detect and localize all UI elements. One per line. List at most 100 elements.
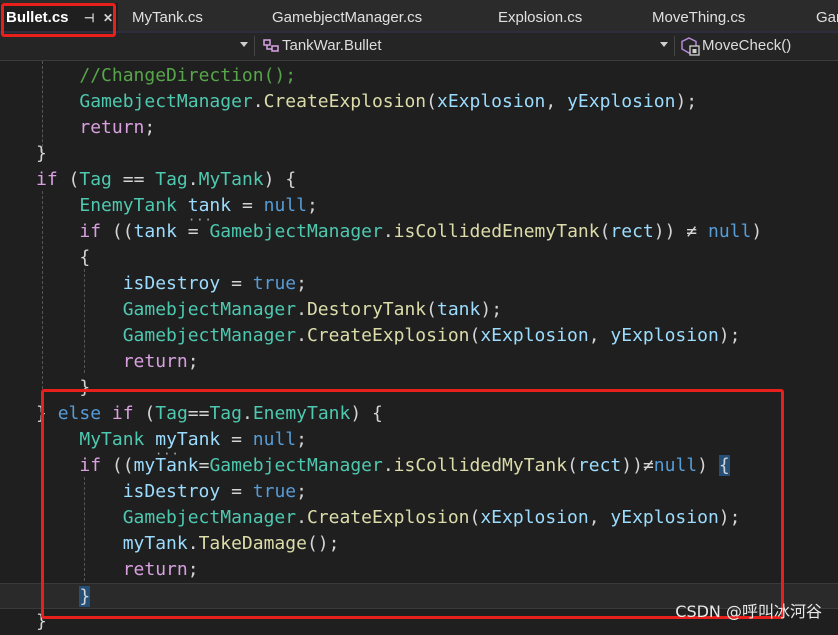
code-token: ) { <box>263 169 297 190</box>
code-token: , <box>588 325 611 346</box>
method-icon <box>681 37 700 56</box>
code-token: CreateExplosion <box>306 325 470 346</box>
code-token: return <box>122 351 188 372</box>
code-token: xExplosion <box>437 91 546 112</box>
tab-label: Gan <box>816 9 838 26</box>
code-token: return <box>79 117 145 138</box>
code-token: DestoryTank <box>306 299 427 320</box>
code-token: = <box>220 273 253 294</box>
code-token: GamebjectManager <box>209 221 383 242</box>
code-token: ; <box>187 351 199 372</box>
nav-divider <box>674 36 675 56</box>
code-token: Tag <box>79 169 112 190</box>
watermark: CSDN @呼叫冰河谷 <box>675 602 822 621</box>
annotation-box-code <box>41 389 784 619</box>
code-token: ; <box>306 195 318 216</box>
code-token: ); <box>718 325 741 346</box>
code-token: //ChangeDirection(); <box>79 65 297 86</box>
tab-gamebjectmanager-cs[interactable]: GamebjectManager.cs <box>262 3 488 33</box>
code-line[interactable]: { <box>0 245 838 271</box>
code-line[interactable]: if (Tag == Tag.MyTank) { <box>0 167 838 193</box>
code-token: ) <box>751 221 763 242</box>
code-token: isCollidedEnemyTank <box>393 221 600 242</box>
code-token: . <box>382 221 394 242</box>
class-icon <box>263 39 279 52</box>
tab-explosion-cs[interactable]: Explosion.cs <box>488 3 642 33</box>
tab-label: MoveThing.cs <box>652 9 746 26</box>
code-token: ); <box>480 299 503 320</box>
code-token: null <box>707 221 752 242</box>
code-line[interactable]: isDestroy = true; <box>0 271 838 297</box>
code-token: . <box>296 325 307 346</box>
code-token: . <box>252 91 264 112</box>
tab-label: GamebjectManager.cs <box>272 9 423 26</box>
type-dropdown-label: TankWar.Bullet <box>282 37 382 54</box>
code-token: } <box>36 143 47 164</box>
code-token: ( <box>426 299 437 320</box>
code-token: null <box>263 195 307 216</box>
tab-overflow[interactable]: Gan <box>808 3 838 33</box>
code-token: MyTank <box>198 169 264 190</box>
nav-divider <box>254 36 255 56</box>
code-token: ( <box>57 169 80 190</box>
suggestion-dots: ··· <box>188 213 213 227</box>
code-token: ( <box>469 325 481 346</box>
code-token: tank <box>133 221 177 242</box>
code-line[interactable]: GamebjectManager.CreateExplosion(xExplos… <box>0 89 838 115</box>
code-token: EnemyTank <box>79 195 177 216</box>
chevron-down-icon <box>240 42 248 47</box>
tab-bar: Bullet.cs ⊣ ✕ MyTank.cs GamebjectManager… <box>0 0 838 33</box>
member-dropdown-label: MoveCheck() <box>702 37 792 54</box>
code-token: true <box>252 273 297 294</box>
tab-movething-cs[interactable]: MoveThing.cs <box>642 3 808 33</box>
code-token: ); <box>675 91 698 112</box>
code-token: if <box>36 169 58 190</box>
member-dropdown[interactable]: MoveCheck() <box>680 33 838 59</box>
code-line[interactable]: return; <box>0 349 838 375</box>
code-token: (( <box>101 221 134 242</box>
code-token: isDestroy <box>122 273 221 294</box>
code-token: GamebjectManager <box>79 91 253 112</box>
code-line[interactable]: return; <box>0 115 838 141</box>
type-dropdown[interactable]: TankWar.Bullet <box>260 33 670 59</box>
code-token: GamebjectManager <box>122 299 297 320</box>
code-token: xExplosion <box>480 325 589 346</box>
code-token: GamebjectManager <box>122 325 297 346</box>
code-token: )) <box>653 221 687 242</box>
code-token: ( <box>426 91 437 112</box>
code-token: tank <box>437 299 481 320</box>
code-token: Tag <box>155 169 188 190</box>
annotation-box-tab <box>1 3 116 37</box>
tab-label: Explosion.cs <box>498 9 583 26</box>
tab-mytank-cs[interactable]: MyTank.cs <box>122 3 262 33</box>
code-line[interactable]: GamebjectManager.CreateExplosion(xExplos… <box>0 323 838 349</box>
code-token: == <box>111 169 156 190</box>
code-token: ; <box>144 117 156 138</box>
code-token: . <box>296 299 307 320</box>
code-line[interactable]: if ((tank = GamebjectManager.isCollidedE… <box>0 219 838 245</box>
code-line[interactable]: //ChangeDirection(); <box>0 63 838 89</box>
code-token: = <box>231 195 264 216</box>
code-token: if <box>79 221 102 242</box>
code-token: ( <box>599 221 611 242</box>
code-token: yExplosion <box>567 91 676 112</box>
code-token: rect <box>610 221 654 242</box>
code-line[interactable]: EnemyTank tank = null; <box>0 193 838 219</box>
code-token: , <box>545 91 568 112</box>
code-line[interactable]: GamebjectManager.DestoryTank(tank); <box>0 297 838 323</box>
chevron-down-icon <box>660 42 668 47</box>
code-token: . <box>187 169 199 190</box>
code-line[interactable]: } <box>0 141 838 167</box>
